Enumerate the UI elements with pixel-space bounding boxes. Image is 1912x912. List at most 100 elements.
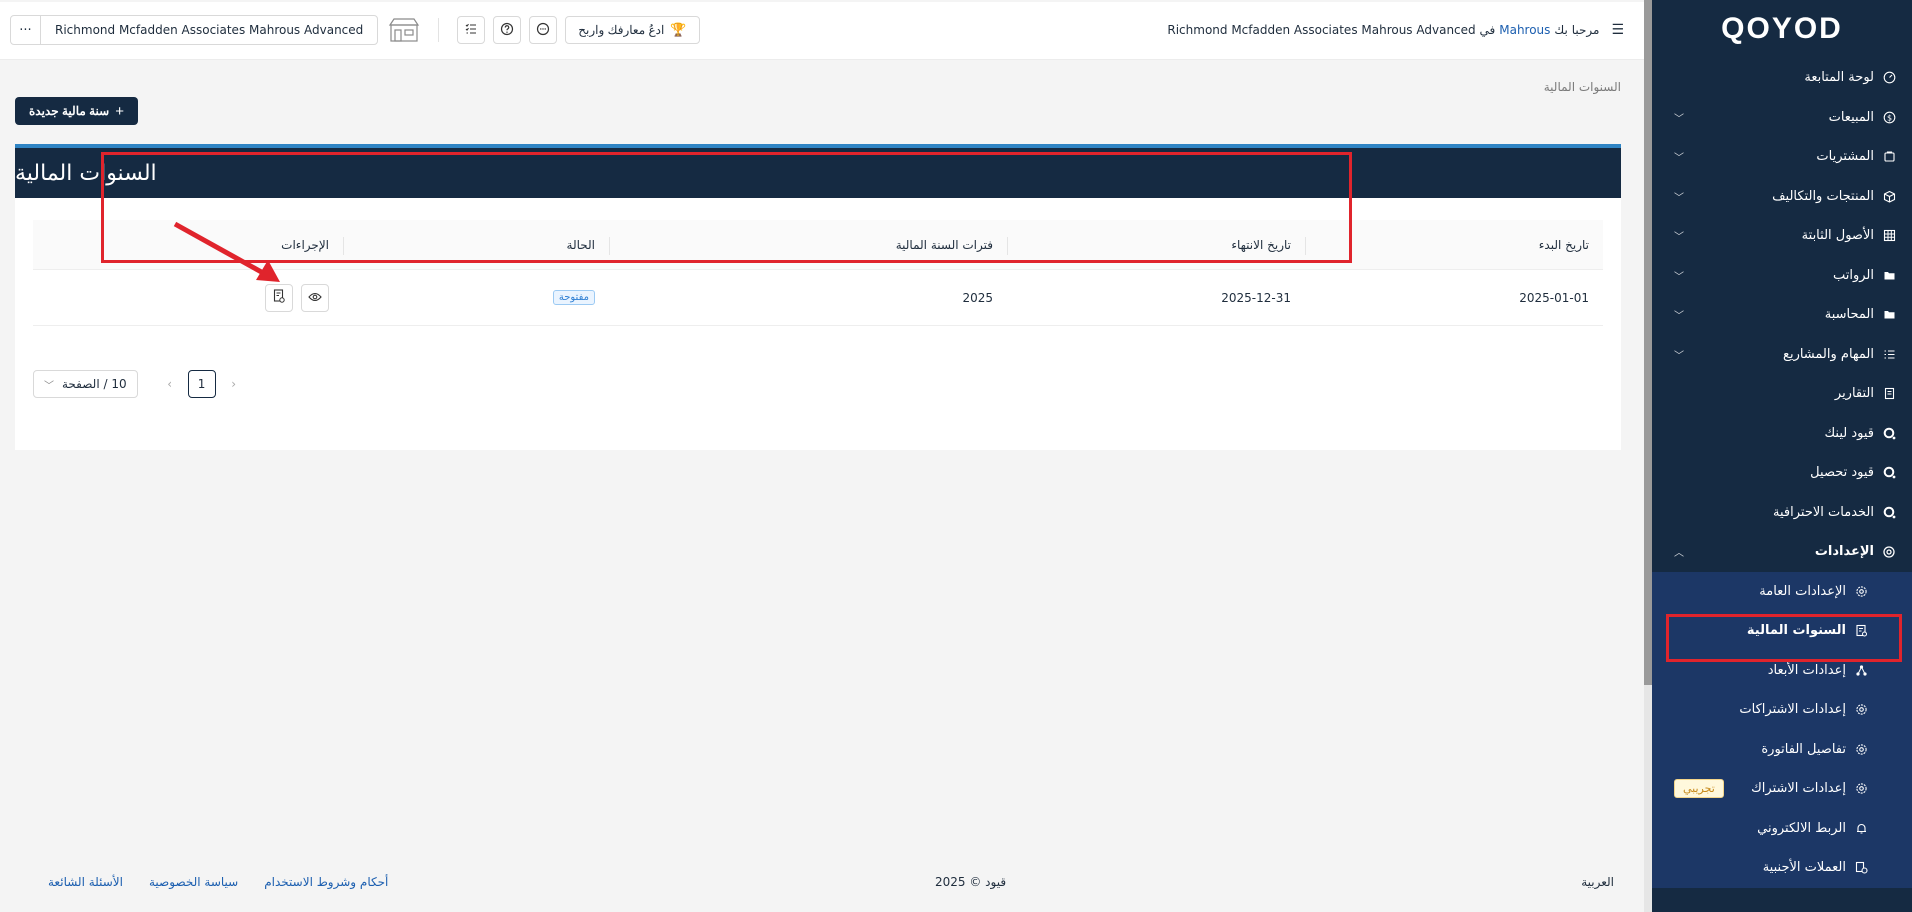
- plus-icon: +: [115, 102, 124, 120]
- sidebar-item-label: المبيعات: [1828, 109, 1874, 125]
- submenu-item-label: العملات الأجنبية: [1762, 860, 1846, 876]
- chevron-up-icon: ︿: [1674, 548, 1684, 560]
- cell-actions: [33, 270, 343, 325]
- submenu-item[interactable]: إعدادات الأبعاد: [1652, 651, 1912, 691]
- header-actions: الإجراءات: [281, 237, 329, 252]
- checklist-icon: [465, 23, 477, 38]
- submenu-item[interactable]: الربط الالكتروني: [1652, 809, 1912, 849]
- store-icon[interactable]: [388, 16, 420, 44]
- sidebar-item-label: قيود لينك: [1824, 425, 1874, 441]
- menu-toggle-icon[interactable]: ☰: [1611, 22, 1624, 38]
- chevron-down-icon: ﹀: [1674, 153, 1684, 165]
- grid-icon: [1882, 229, 1896, 243]
- next-page-icon[interactable]: ›: [220, 377, 248, 391]
- close-year-button[interactable]: [265, 283, 293, 312]
- sidebar-item[interactable]: المحاسبة ﹀: [1652, 295, 1912, 335]
- tasks-button[interactable]: [457, 16, 486, 44]
- submenu-item[interactable]: السنوات المالية: [1652, 611, 1912, 651]
- invite-label: ادعُ معارفك واربح: [578, 23, 665, 37]
- table-header: تاريخ البدء تاريخ الانتهاء فترات السنة ا…: [33, 220, 1603, 270]
- welcome-prefix: مرحبا بك: [1554, 23, 1600, 37]
- chevron-down-icon: ﹀: [1674, 350, 1684, 362]
- gear-icon: [1854, 703, 1868, 717]
- page-size-select[interactable]: 10 / الصفحة ﹀: [33, 370, 138, 398]
- page-number[interactable]: 1: [187, 370, 216, 398]
- fiscal-years-card: السنوات المالية تاريخ البدء تاريخ الانته…: [15, 144, 1621, 450]
- sidebar-item[interactable]: المشتريات ﹀: [1652, 137, 1912, 177]
- new-fiscal-year-button[interactable]: + سنة مالية جديدة: [15, 97, 138, 125]
- sidebar-item-settings[interactable]: الإعدادات ︿: [1652, 532, 1912, 572]
- qoyod-q-icon: [1882, 426, 1896, 440]
- sidebar-item-label: المنتجات والتكاليف: [1772, 188, 1874, 204]
- table-row: 2025-01-01 2025-12-31 2025 مفتوحة: [33, 270, 1603, 326]
- qoyod-logo[interactable]: QOYOD: [1652, 0, 1912, 58]
- calendar-doc-icon: [1854, 624, 1868, 638]
- submenu-item[interactable]: الإعدادات العامة: [1652, 572, 1912, 612]
- chat-button[interactable]: [529, 16, 558, 44]
- header-end-date: تاريخ الانتهاء: [1007, 220, 1305, 269]
- breadcrumb: السنوات المالية: [1543, 80, 1621, 94]
- sidebar-item[interactable]: المنتجات والتكاليف ﹀: [1652, 177, 1912, 217]
- sidebar-item-label: لوحة المتابعة: [1804, 70, 1874, 86]
- scrollbar[interactable]: [1644, 0, 1652, 912]
- trophy-icon: 🏆: [670, 22, 687, 37]
- footer-link-privacy[interactable]: سياسة الخصوصية: [149, 875, 238, 889]
- sidebar-item-label: المحاسبة: [1824, 307, 1874, 323]
- submenu-item[interactable]: إعدادات الاشتراكات: [1652, 690, 1912, 730]
- welcome-user: Mahrous: [1499, 23, 1551, 37]
- sidebar-item[interactable]: التقارير: [1652, 374, 1912, 414]
- chevron-down-icon: ﹀: [1674, 113, 1684, 125]
- settings-submenu: الإعدادات العامة السنوات المالية إعدادات ا…: [1652, 571, 1912, 888]
- sidebar-item[interactable]: قيود تحصيل: [1652, 453, 1912, 493]
- gear-icon: [1854, 584, 1868, 598]
- card-header: السنوات المالية: [15, 144, 1621, 198]
- submenu-item[interactable]: تفاصيل الفاتورة: [1652, 730, 1912, 770]
- sidebar-item[interactable]: الرواتب ﹀: [1652, 256, 1912, 296]
- sidebar-item[interactable]: قيود لينك: [1652, 414, 1912, 454]
- header-divider: [438, 18, 440, 42]
- submenu-item[interactable]: العملات الأجنبية: [1652, 848, 1912, 888]
- sidebar-item[interactable]: $ المبيعات ﹀: [1652, 98, 1912, 138]
- header-start-date: تاريخ البدء: [1305, 220, 1603, 269]
- view-button[interactable]: [301, 283, 329, 312]
- sidebar-item[interactable]: الخدمات الاحترافية: [1652, 493, 1912, 533]
- chevron-down-icon: ﹀: [1674, 271, 1684, 283]
- chevron-down-icon: ﹀: [1674, 192, 1684, 204]
- submenu-item-label: السنوات المالية: [1746, 623, 1846, 639]
- footer-link-terms[interactable]: أحكام وشروط الاستخدام: [264, 875, 388, 889]
- sidebar-item-label: الأصول الثابتة: [1801, 228, 1874, 244]
- network-icon: [1854, 663, 1868, 677]
- cart-icon: [1882, 150, 1896, 164]
- sidebar: QOYOD لوحة المتابعة $ المبيعات ﹀ المشتريات ﹀ ا…: [1652, 0, 1912, 912]
- cell-start-date: 2025-01-01: [1519, 290, 1589, 305]
- sidebar-item-label: الرواتب: [1832, 267, 1874, 283]
- sidebar-item-label: التقارير: [1834, 386, 1874, 402]
- fiscal-years-table: تاريخ البدء تاريخ الانتهاء فترات السنة ا…: [33, 220, 1603, 326]
- submenu-item[interactable]: إعدادات الاشتراك تجريبي: [1652, 769, 1912, 809]
- more-icon[interactable]: ···: [11, 16, 41, 44]
- welcome-in: في: [1479, 23, 1496, 37]
- box-icon: [1882, 189, 1896, 203]
- eye-icon: [308, 290, 322, 305]
- list-icon: [1882, 347, 1896, 361]
- help-button[interactable]: [493, 16, 522, 44]
- invite-button[interactable]: 🏆 ادعُ معارفك واربح: [565, 16, 700, 44]
- sidebar-item-label: قيود تحصيل: [1810, 465, 1874, 481]
- sidebar-item-label: الخدمات الاحترافية: [1773, 504, 1874, 520]
- footer-link-faq[interactable]: الأسئلة الشائعة: [48, 875, 123, 889]
- sidebar-item[interactable]: المهام والمشاريع ﹀: [1652, 335, 1912, 375]
- cell-status: مفتوحة: [343, 270, 609, 325]
- sidebar-item[interactable]: الأصول الثابتة ﹀: [1652, 216, 1912, 256]
- language-switcher[interactable]: العربية: [1581, 875, 1614, 889]
- chevron-down-icon: ﹀: [1674, 232, 1684, 244]
- bell-icon: [1854, 821, 1868, 835]
- prev-page-icon[interactable]: ‹: [156, 377, 184, 391]
- sidebar-item-label: الإعدادات: [1814, 544, 1874, 560]
- company-switcher[interactable]: ··· Richmond Mcfadden Associates Mahrous…: [10, 15, 379, 45]
- sidebar-nav: لوحة المتابعة $ المبيعات ﹀ المشتريات ﹀ المنتجا…: [1652, 58, 1912, 532]
- submenu-item-label: الإعدادات العامة: [1759, 583, 1846, 599]
- scrollbar-thumb[interactable]: [1644, 0, 1652, 685]
- cell-periods: 2025: [962, 290, 993, 305]
- cell-end-date: 2025-12-31: [1221, 290, 1291, 305]
- sidebar-item[interactable]: لوحة المتابعة: [1652, 58, 1912, 98]
